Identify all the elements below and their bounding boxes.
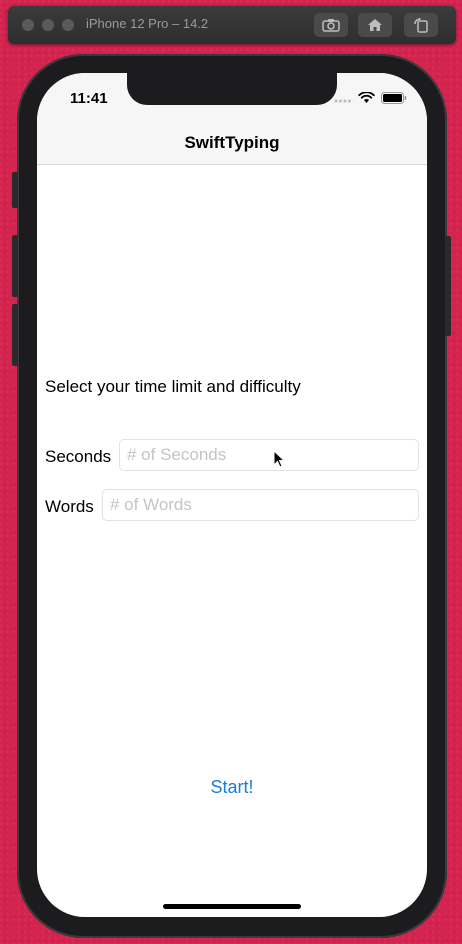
seconds-label: Seconds bbox=[45, 447, 112, 466]
status-time: 11:41 bbox=[70, 90, 108, 107]
wifi-icon bbox=[358, 92, 375, 103]
status-icons bbox=[334, 92, 407, 104]
screenshot-icon bbox=[322, 19, 340, 32]
power-button bbox=[445, 236, 451, 336]
nav-title: SwiftTyping bbox=[184, 133, 280, 152]
signal-icon bbox=[334, 99, 351, 103]
rotate-button[interactable] bbox=[404, 13, 438, 37]
words-input[interactable] bbox=[102, 489, 419, 521]
volume-up-button bbox=[12, 235, 18, 297]
words-label: Words bbox=[45, 497, 94, 516]
minimize-window-button[interactable] bbox=[42, 19, 54, 31]
home-icon bbox=[368, 19, 382, 31]
seconds-input[interactable] bbox=[119, 439, 419, 471]
close-window-button[interactable] bbox=[22, 19, 34, 31]
mouse-cursor-icon bbox=[273, 450, 285, 468]
notch bbox=[127, 73, 337, 105]
instruction-text: Select your time limit and difficulty bbox=[45, 377, 301, 396]
zoom-window-button[interactable] bbox=[62, 19, 74, 31]
rotate-icon bbox=[414, 17, 428, 33]
home-button[interactable] bbox=[358, 13, 392, 37]
home-indicator bbox=[163, 904, 301, 909]
simulator-title: iPhone 12 Pro – 14.2 bbox=[86, 16, 209, 31]
volume-down-button bbox=[12, 304, 18, 366]
simulator-title-bar: iPhone 12 Pro – 14.2 bbox=[8, 6, 456, 44]
mute-switch bbox=[12, 172, 18, 208]
device-screen: 11:41 SwiftTyping Select your time limit… bbox=[37, 73, 427, 917]
start-button[interactable]: Start! bbox=[37, 776, 427, 799]
screenshot-button[interactable] bbox=[314, 13, 348, 37]
battery-icon bbox=[381, 92, 407, 104]
